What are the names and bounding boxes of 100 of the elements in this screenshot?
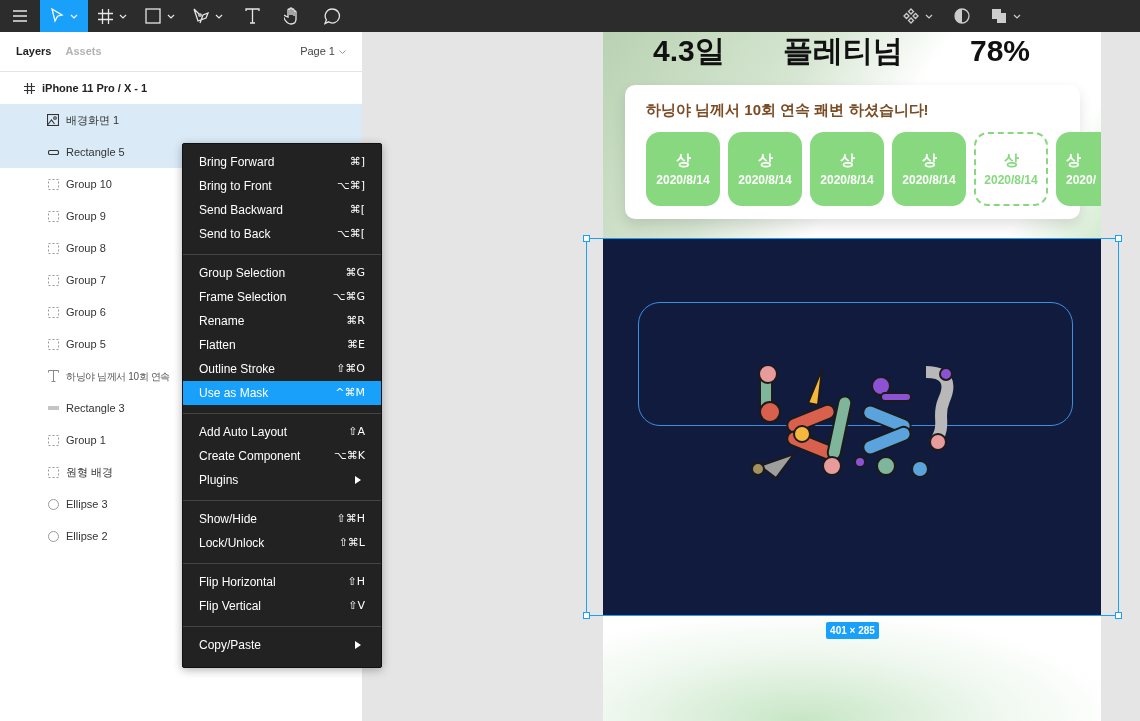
panel-tab[interactable]: Layers [16, 43, 52, 60]
menu-shortcut: ⇧⌘H [336, 510, 365, 527]
menu-label: Add Auto Layout [199, 424, 288, 441]
resize-handle[interactable] [1115, 235, 1122, 242]
layer-name: 하닝야 님께서 10회 연속 [66, 369, 170, 384]
menu-label: Plugins [199, 472, 239, 489]
menu-item[interactable]: Flip Vertical ⇧V [183, 594, 381, 618]
layer-name: iPhone 11 Pro / X - 1 [42, 80, 148, 96]
menu-shortcut: ⇧A [348, 423, 365, 440]
layer-name: Group 10 [66, 176, 112, 192]
group-icon [47, 274, 59, 286]
menu-shortcut: ⌥⌘G [332, 288, 365, 305]
badge-date: 2020/8/14 [902, 173, 956, 187]
ellipse-icon [47, 530, 59, 542]
menu-item[interactable]: Send to Back ⌥⌘[ [183, 222, 381, 246]
stat-value: 4.3일 [653, 33, 726, 69]
menu-item[interactable]: Flip Horizontal ⇧H [183, 570, 381, 594]
resize-handle[interactable] [583, 235, 590, 242]
resize-handle[interactable] [1115, 612, 1122, 619]
menu-item[interactable]: Show/Hide ⇧⌘H [183, 507, 381, 531]
caret-icon [215, 13, 223, 19]
menu-shortcut: ⌘E [347, 336, 365, 353]
menu-shortcut: ⇧⌘O [336, 360, 365, 377]
menu-shortcut: ⇧H [347, 573, 365, 590]
badge-date: 2020/8/14 [656, 173, 710, 187]
menu-item[interactable]: Lock/Unlock ⇧⌘L [183, 531, 381, 555]
submenu-arrow-icon [355, 641, 361, 649]
pointer-icon [50, 8, 64, 24]
menu-shortcut: ^⌘M [335, 384, 365, 401]
layer-row[interactable]: iPhone 11 Pro / X - 1 [0, 72, 362, 104]
menu-label: Flip Vertical [199, 598, 262, 615]
layer-name: Group 7 [66, 272, 106, 288]
bar-icon [47, 406, 59, 410]
layer-name: 배경화면 1 [66, 112, 120, 128]
size-label: 401 × 285 [826, 622, 879, 639]
menu-shortcut: ⌥⌘[ [337, 225, 365, 242]
stat-value: 78% [970, 33, 1031, 69]
menu-item[interactable]: Bring to Front ⌥⌘] [183, 174, 381, 198]
menu-label: Bring Forward [199, 154, 275, 171]
menu-item[interactable]: Rename ⌘R [183, 309, 381, 333]
layer-name: Rectangle 5 [66, 144, 125, 160]
menu-item[interactable]: Add Auto Layout ⇧A [183, 420, 381, 444]
menu-label: Group Selection [199, 265, 286, 282]
menu-label: Frame Selection [199, 289, 287, 306]
menu-item[interactable]: Plugins [183, 468, 381, 492]
group-icon [47, 306, 59, 318]
menu-label: Lock/Unlock [199, 535, 265, 552]
layer-name: Ellipse 2 [66, 528, 108, 544]
menu-item[interactable]: Send Backward ⌘[ [183, 198, 381, 222]
contrast-icon [954, 8, 970, 24]
menu-item[interactable]: Group Selection ⌘G [183, 261, 381, 285]
menu-label: Bring to Front [199, 178, 272, 195]
menu-shortcut: ⌘] [349, 153, 365, 170]
menu-item[interactable]: Create Component ⌥⌘K [183, 444, 381, 468]
badge-grade: 상 [1003, 151, 1019, 169]
page-dropdown[interactable]: Page 1 [300, 43, 346, 60]
square-icon [145, 8, 161, 24]
menu-shortcut: ⌘R [346, 312, 365, 329]
text-icon [244, 8, 260, 24]
menu-label: Create Component [199, 448, 301, 465]
layer-name: Rectangle 3 [66, 400, 125, 416]
text-icon [47, 370, 59, 382]
hand-icon [284, 7, 300, 25]
badge-grade: 상 [839, 151, 855, 169]
menu-item[interactable]: Frame Selection ⌥⌘G [183, 285, 381, 309]
badge-date: 2020/ [1066, 173, 1097, 187]
badge-date: 2020/8/14 [984, 173, 1038, 187]
layer-name: Group 8 [66, 240, 106, 256]
layer-row[interactable]: 배경화면 1 [0, 104, 362, 136]
streak-title: 하닝야 님께서 10회 연속 쾌변 하셨습니다! [646, 100, 930, 120]
layer-name: Group 5 [66, 336, 106, 352]
layer-name: Group 9 [66, 208, 106, 224]
submenu-arrow-icon [355, 476, 361, 484]
comment-icon [323, 7, 341, 25]
group-icon [47, 466, 59, 478]
resize-handle[interactable] [583, 612, 590, 619]
badge-grade: 상 [1066, 151, 1081, 169]
menu-shortcut: ⌘G [345, 264, 365, 281]
menu-shortcut: ⇧⌘L [338, 534, 365, 551]
menu-label: Use as Mask [199, 385, 269, 402]
layer-name: Ellipse 3 [66, 496, 108, 512]
caret-icon [167, 13, 175, 19]
menu-item[interactable]: Copy/Paste [183, 633, 381, 657]
caret-icon [339, 49, 346, 54]
image-icon [47, 114, 59, 126]
menu-label: Flatten [199, 337, 236, 354]
group-icon [47, 178, 59, 190]
boolean-icon [991, 8, 1007, 24]
group-icon [47, 338, 59, 350]
hash-icon [97, 8, 113, 24]
menu-item[interactable]: Outline Stroke ⇧⌘O [183, 357, 381, 381]
menu-label: Outline Stroke [199, 361, 276, 378]
caret-icon [118, 13, 127, 19]
group-icon [47, 210, 59, 222]
badge-grade: 상 [921, 151, 937, 169]
components-icon [903, 8, 919, 24]
menu-label: Flip Horizontal [199, 574, 276, 591]
menu-item[interactable]: Flatten ⌘E [183, 333, 381, 357]
badge-date: 2020/8/14 [738, 173, 792, 187]
caret-icon [925, 13, 933, 19]
